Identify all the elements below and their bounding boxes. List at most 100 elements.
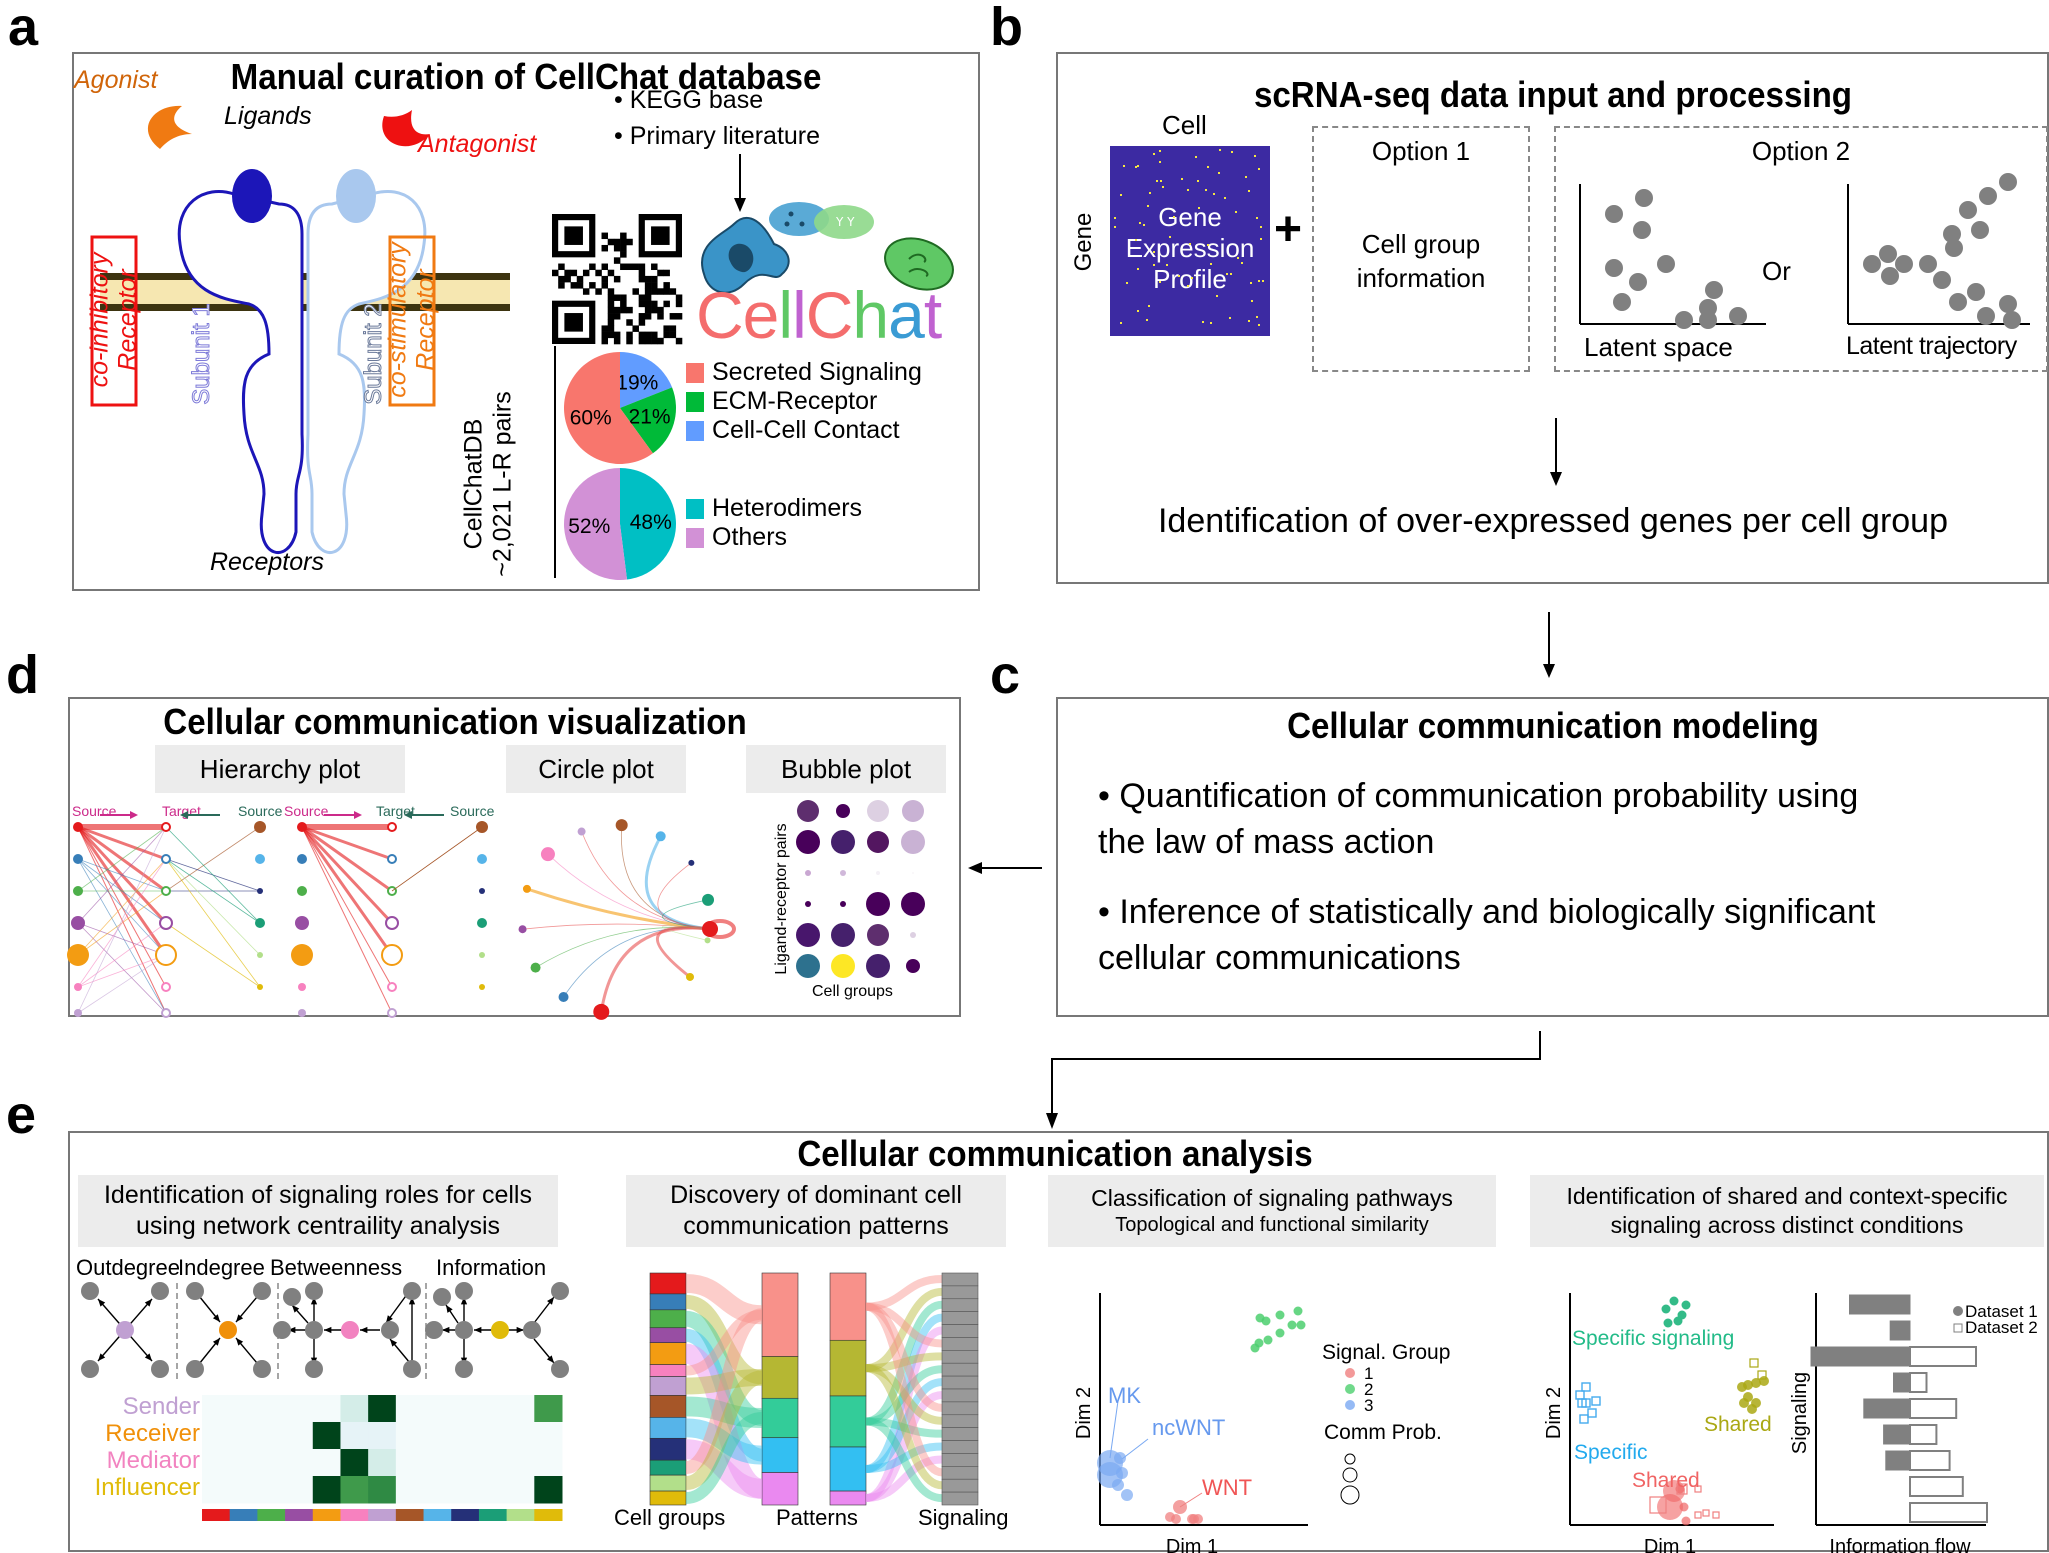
expression-dot xyxy=(1119,194,1122,197)
db-label-line2: ~2,021 L-R pairs xyxy=(488,391,516,577)
legend-size-circle xyxy=(1340,1485,1360,1505)
section-shared-line2: signaling across distinct conditions xyxy=(1610,1212,1964,1238)
qr-module xyxy=(626,263,633,271)
expression-dot xyxy=(1209,262,1212,265)
alluvial-signaling xyxy=(941,1466,979,1480)
alluvial-signaling xyxy=(941,1388,979,1403)
qr-module xyxy=(669,325,677,332)
hier-target-node xyxy=(381,944,403,966)
network-node xyxy=(305,1360,323,1378)
bubble xyxy=(831,830,855,854)
bubble xyxy=(866,954,890,978)
cell-group-color-bar xyxy=(285,1509,314,1521)
bullet-1-line2: the law of mass action xyxy=(1098,823,1435,861)
qr-module xyxy=(607,269,615,277)
qr-module xyxy=(638,337,646,345)
legend-swatch xyxy=(686,391,704,412)
heatmap-cell xyxy=(312,1476,341,1504)
expression-dot xyxy=(1137,267,1140,270)
network-node xyxy=(455,1360,473,1378)
alluvial-cell-group xyxy=(649,1376,687,1396)
qr-module xyxy=(663,325,670,332)
circle-edge xyxy=(620,825,711,930)
network-node xyxy=(403,1282,421,1300)
bubble xyxy=(867,800,889,822)
alluvial-signaling xyxy=(941,1311,979,1325)
panel-a-box: Manual curation of CellChat database Ago… xyxy=(72,52,980,591)
expression-dot xyxy=(1219,149,1222,152)
network-node xyxy=(186,1360,204,1378)
panel-letter-c: c xyxy=(990,645,1021,705)
qr-module xyxy=(644,313,652,320)
section-roles-line2: using network centraility analysis xyxy=(135,1212,501,1240)
alluvial-cell-group xyxy=(649,1395,687,1418)
expression-dot xyxy=(1178,274,1181,277)
pie-chart-interaction-category: 19% 21% 60% xyxy=(564,352,676,464)
circle-node xyxy=(558,992,569,1002)
network-node xyxy=(283,1288,301,1306)
bubble xyxy=(901,830,925,854)
expression-dot xyxy=(1237,257,1240,260)
heatmap-cell xyxy=(257,1449,286,1477)
down-arrow-b xyxy=(1550,418,1562,486)
legend-group-dot xyxy=(1345,1384,1355,1394)
section-roles-header: Identification of signaling roles for ce… xyxy=(78,1175,558,1247)
heatmap-cell xyxy=(368,1476,397,1504)
circle-node xyxy=(577,827,586,836)
scatter2-point-specific-square xyxy=(1581,1382,1591,1392)
expression-dot xyxy=(1187,188,1190,191)
heatmap-cell xyxy=(423,1422,452,1450)
expression-dot xyxy=(1161,186,1164,189)
qr-module xyxy=(663,300,670,308)
network-node xyxy=(151,1360,169,1378)
panel-e-title: Cellular communication analysis xyxy=(797,1133,1313,1174)
scatter2-annotation: Shared xyxy=(1704,1413,1772,1436)
circle-node xyxy=(540,847,555,862)
latent-traj-point xyxy=(1919,255,1937,273)
arrowhead xyxy=(446,1305,453,1313)
expression-dot xyxy=(1229,272,1232,275)
infoflow-bar-dataset1 xyxy=(1883,1424,1911,1445)
alluvial-cell-group xyxy=(649,1309,687,1329)
bubble xyxy=(831,923,855,947)
heatmap-cell xyxy=(340,1422,369,1450)
scatter2-point-shared-red-square xyxy=(1712,1511,1720,1519)
heatmap-cell xyxy=(229,1476,258,1504)
scatter1-ylabel: Dim 2 xyxy=(1073,1387,1095,1439)
alluvial-signaling xyxy=(941,1491,979,1506)
latent-traj-point xyxy=(2003,311,2021,329)
latent-space-point xyxy=(1729,307,1747,325)
alluvial-signaling xyxy=(941,1375,979,1390)
expression-dot xyxy=(1194,155,1197,158)
qr-module xyxy=(620,232,627,240)
alluvial-cell-group xyxy=(649,1490,687,1506)
scatter2-point-specific xyxy=(1681,1300,1691,1310)
heatmap-cell xyxy=(395,1395,425,1423)
heatmap-cell xyxy=(451,1476,480,1504)
infoflow-bar-dataset2 xyxy=(1909,1346,1977,1367)
legend-item: Secreted Signaling xyxy=(686,358,922,387)
heatmap-cell xyxy=(340,1476,369,1504)
centrality-betweenness: Betweenness xyxy=(270,1255,403,1280)
bubble xyxy=(805,901,811,907)
legend-item: Heterodimers xyxy=(686,494,862,523)
scatter2-annotation: Specific xyxy=(1574,1441,1648,1464)
agonist-icon xyxy=(147,105,192,149)
cellchat-logo-text: CellChat xyxy=(696,282,942,348)
arrowhead xyxy=(516,1326,524,1334)
label-signaling: Signaling xyxy=(918,1505,1009,1530)
heatmap-cell xyxy=(202,1395,231,1423)
section-classification-line1: Classification of signaling pathways xyxy=(1091,1185,1453,1212)
alluvial-cell-group xyxy=(649,1364,687,1377)
expression-dot xyxy=(1166,263,1169,266)
expression-dot xyxy=(1114,225,1117,228)
expression-dot xyxy=(1206,166,1209,169)
scatter2-point-specific xyxy=(1673,1316,1683,1326)
heatmap-cell xyxy=(423,1476,452,1504)
latent-traj-point xyxy=(1881,267,1899,285)
alluvial-signaling xyxy=(941,1285,979,1300)
qr-module xyxy=(576,282,584,289)
section-shared-specific-header: Identification of shared and context-spe… xyxy=(1530,1175,2044,1247)
bullet-2-line1: • Inference of statistically and biologi… xyxy=(1098,893,1876,931)
heatmap-cell xyxy=(423,1449,452,1477)
